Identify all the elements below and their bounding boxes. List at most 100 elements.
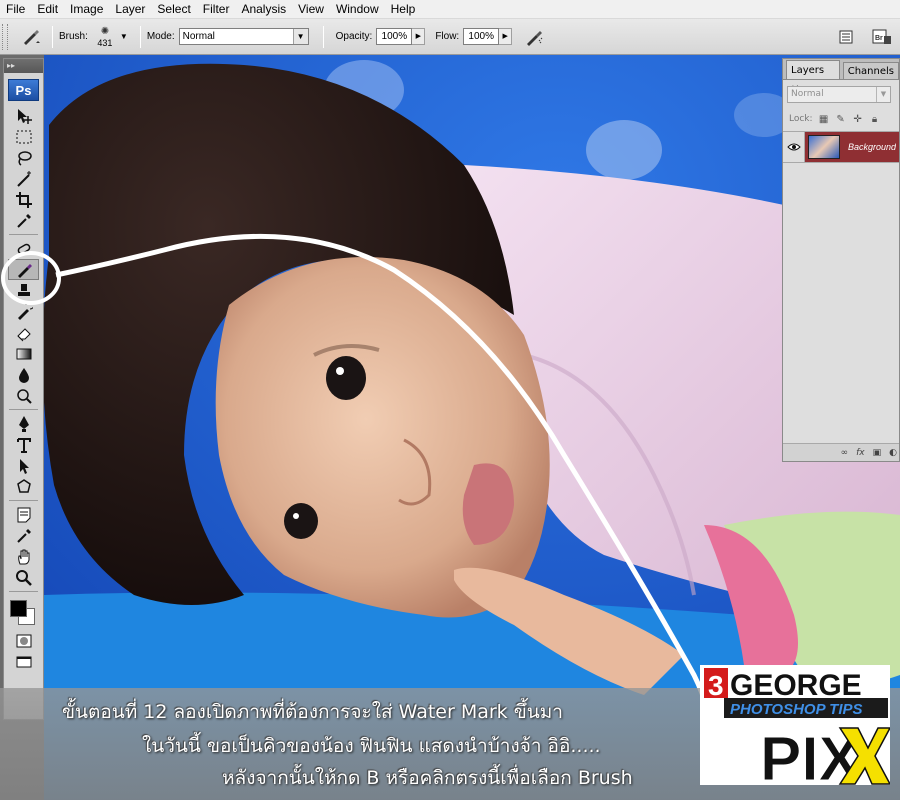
layer-selected-area[interactable]: Background <box>805 132 899 162</box>
eraser-tool[interactable] <box>8 322 39 343</box>
layers-panel-footer: ∞ fx ▣ ◐ <box>783 443 899 461</box>
eyedropper-tool-2[interactable] <box>8 525 39 546</box>
marquee-tool[interactable] <box>8 126 39 147</box>
tab-layers[interactable]: Layers ✕ <box>786 60 840 95</box>
layer-blend-mode-select[interactable]: Normal ▼ <box>787 86 891 103</box>
lock-transparent-icon[interactable]: ▦ <box>818 113 830 125</box>
path-selection-tool[interactable] <box>8 455 39 476</box>
layer-name: Background <box>848 142 897 152</box>
airbrush-toggle[interactable] <box>522 26 546 48</box>
menu-analysis[interactable]: Analysis <box>235 0 292 19</box>
tools-separator <box>9 591 38 592</box>
ps-logo: Ps <box>8 79 39 101</box>
screen-mode-button[interactable] <box>8 651 39 672</box>
opacity-slider-arrow-icon[interactable]: ▶ <box>412 28 426 45</box>
palette-well-button[interactable] <box>834 26 858 48</box>
shape-tool[interactable] <box>8 476 39 497</box>
layers-panel: Layers ✕ Channels Normal ▼ Lock: ▦ ✎ ✛ 🔒… <box>782 58 900 462</box>
photoshop-window: File Edit Image Layer Select Filter Anal… <box>0 0 900 800</box>
menu-file[interactable]: File <box>0 0 31 19</box>
tool-preset-picker[interactable] <box>16 24 46 50</box>
options-separator <box>139 25 141 48</box>
airbrush-icon <box>527 30 543 46</box>
lock-all-icon[interactable]: 🔒︎ <box>869 113 881 125</box>
drop-icon <box>18 367 29 383</box>
svg-text:3: 3 <box>708 670 724 701</box>
opacity-label: Opacity: <box>335 31 373 42</box>
adjustment-icon[interactable]: ◐ <box>889 448 897 458</box>
dodge-tool[interactable] <box>8 385 39 406</box>
menu-view[interactable]: View <box>292 0 330 19</box>
notes-tool[interactable] <box>8 504 39 525</box>
blend-mode-value: Normal <box>791 89 824 99</box>
blur-tool[interactable] <box>8 364 39 385</box>
document-icon <box>839 30 853 44</box>
svg-text:GEORGE: GEORGE <box>730 669 862 702</box>
shape-icon <box>16 478 31 493</box>
dodge-icon <box>16 388 32 404</box>
layer-thumbnail <box>808 135 840 159</box>
eyedropper-icon <box>16 528 31 543</box>
link-icon[interactable]: ∞ <box>841 448 849 458</box>
flow-field[interactable]: 100% <box>463 28 500 45</box>
foreground-color-swatch[interactable] <box>10 600 27 617</box>
eyedropper-tool[interactable] <box>8 210 39 231</box>
arrow-icon <box>19 458 29 474</box>
brush-preset-picker[interactable]: ✺ 431 <box>92 23 118 51</box>
tools-separator <box>9 409 38 410</box>
brush-icon <box>24 29 40 45</box>
quick-selection-tool[interactable] <box>8 168 39 189</box>
menu-layer[interactable]: Layer <box>109 0 151 19</box>
pen-icon <box>18 415 29 432</box>
options-grip[interactable] <box>2 23 8 50</box>
lasso-tool[interactable] <box>8 147 39 168</box>
bridge-icon: Br <box>872 29 891 44</box>
george-photoshop-tips-logo: 3 GEORGE PHOTOSHOP TIPS PIX <box>700 665 890 785</box>
menu-filter[interactable]: Filter <box>197 0 236 19</box>
crop-icon <box>15 191 32 208</box>
menu-edit[interactable]: Edit <box>31 0 64 19</box>
hand-icon <box>17 549 29 564</box>
opacity-field[interactable]: 100% <box>376 28 413 45</box>
svg-text:Br: Br <box>875 35 883 42</box>
magic-wand-icon <box>16 170 31 187</box>
tools-panel-header[interactable]: ▸▸ <box>4 59 43 73</box>
lock-paint-icon[interactable]: ✎ <box>835 113 847 125</box>
zoom-tool[interactable] <box>8 567 39 588</box>
lock-position-icon[interactable]: ✛ <box>852 113 864 125</box>
screen-mode-icon <box>16 656 31 667</box>
brush-label: Brush: <box>59 31 88 42</box>
crop-tool[interactable] <box>8 189 39 210</box>
gradient-tool[interactable] <box>8 343 39 364</box>
color-swatches[interactable] <box>8 596 39 630</box>
eraser-icon <box>16 327 31 341</box>
move-tool[interactable] <box>8 105 39 126</box>
bridge-button[interactable]: Br <box>870 26 894 48</box>
pen-tool[interactable] <box>8 413 39 434</box>
menu-image[interactable]: Image <box>64 0 109 19</box>
fx-icon[interactable]: fx <box>856 448 865 458</box>
type-tool[interactable] <box>8 434 39 455</box>
options-separator <box>322 25 324 48</box>
quick-mask-button[interactable] <box>8 630 39 651</box>
layer-row[interactable]: Background <box>783 131 899 163</box>
hand-tool[interactable] <box>8 546 39 567</box>
tab-channels[interactable]: Channels <box>842 62 899 79</box>
menu-select[interactable]: Select <box>151 0 196 19</box>
mask-icon[interactable]: ▣ <box>873 448 882 458</box>
lock-label: Lock: <box>789 114 813 124</box>
brush-picker-arrow-icon[interactable]: ▼ <box>120 32 128 41</box>
flow-slider-arrow-icon[interactable]: ▶ <box>499 28 513 45</box>
menu-help[interactable]: Help <box>385 0 422 19</box>
menu-bar: File Edit Image Layer Select Filter Anal… <box>0 0 900 19</box>
zoom-icon <box>15 569 32 586</box>
brush-size-value: 431 <box>97 37 113 48</box>
chevron-down-icon: ▼ <box>292 29 308 44</box>
mode-select[interactable]: Normal ▼ <box>178 28 309 45</box>
gradient-icon <box>16 348 31 359</box>
menu-window[interactable]: Window <box>330 0 385 19</box>
brush-highlight-circle <box>1 251 61 305</box>
visibility-eye-icon[interactable] <box>783 132 805 162</box>
notes-icon <box>17 507 30 522</box>
options-bar: Brush: ✺ 431 ▼ Mode: Normal ▼ Opacity: 1… <box>0 19 900 55</box>
